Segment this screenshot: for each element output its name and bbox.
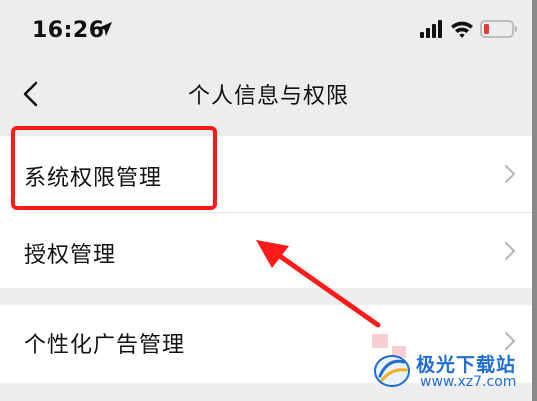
authorization-management-label: 授权管理: [24, 243, 117, 268]
status-bar: 16:26: [0, 0, 537, 62]
location-arrow-icon: [98, 22, 112, 36]
highlight-box-annotation: [11, 126, 217, 210]
cellular-signal-icon: [420, 20, 442, 38]
personalized-ads-management-label: 个性化广告管理: [24, 333, 186, 358]
wifi-icon: [451, 21, 473, 38]
chevron-right-icon: [505, 242, 515, 260]
screen-edge: [532, 0, 537, 401]
watermark-title: 极光下载站: [416, 354, 517, 376]
watermark-url: www.xz7.com: [420, 374, 517, 390]
authorization-management-row[interactable]: 授权管理: [0, 213, 532, 289]
aurora-logo-icon: [374, 355, 410, 387]
watermark: 极光下载站 www.xz7.com: [372, 346, 532, 396]
status-time: 16:26: [32, 18, 105, 43]
battery-low-icon: [480, 20, 517, 38]
page-title: 个人信息与权限: [187, 84, 349, 109]
chevron-right-icon: [505, 165, 515, 183]
